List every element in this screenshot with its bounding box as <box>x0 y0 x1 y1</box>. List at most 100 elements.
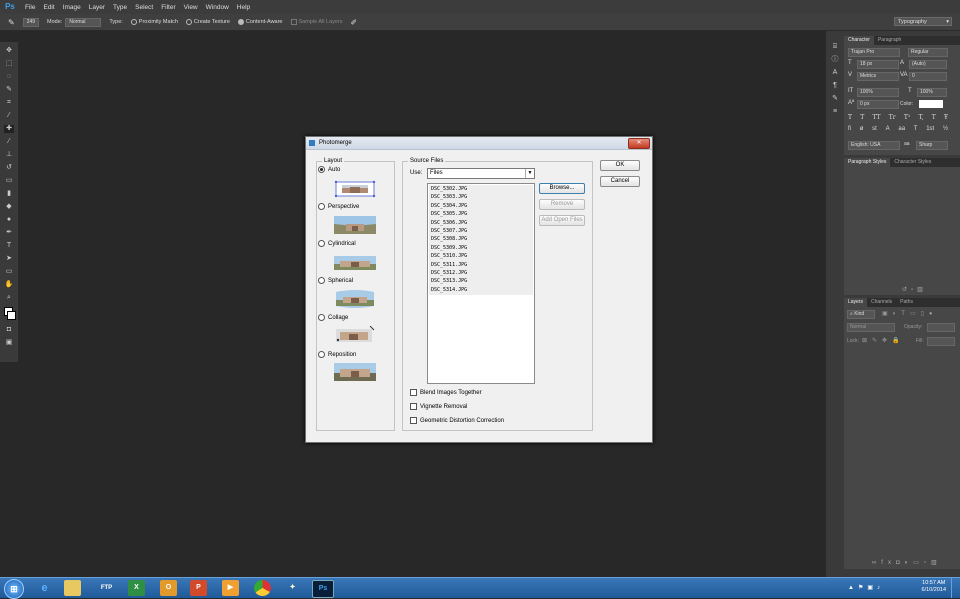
outlook-icon[interactable]: O <box>160 580 177 596</box>
layer-filter-select[interactable]: ⌕ Kind <box>847 310 875 319</box>
color-swatches-icon[interactable] <box>4 307 16 321</box>
type-content-aware[interactable]: Content-Aware <box>237 19 283 25</box>
excel-icon[interactable]: X <box>128 580 145 596</box>
fx-icon[interactable]: fx <box>881 560 896 566</box>
new-layer-icon[interactable]: ▫ <box>924 560 931 566</box>
file-list-item[interactable]: DSC_5302.JPG <box>431 185 467 193</box>
mode-select[interactable]: Normal <box>65 17 102 27</box>
menu-filter[interactable]: Filter <box>161 4 175 11</box>
use-select[interactable]: Files ▼ <box>427 168 535 179</box>
photoshop-taskbar-icon[interactable]: Ps <box>312 580 334 598</box>
clear-override-icon[interactable]: ↺ <box>902 287 911 293</box>
gradient-tool-icon[interactable]: ▮ <box>4 190 14 198</box>
stylistic-icon[interactable]: st <box>872 126 877 132</box>
link-layers-icon[interactable]: ∞ <box>872 560 881 566</box>
blend-mode-select[interactable]: Normal <box>847 323 895 332</box>
file-list-item[interactable]: DSC_5309.JPG <box>431 244 467 252</box>
type-tool-icon[interactable]: T <box>4 242 14 250</box>
swash-icon[interactable]: A <box>886 126 890 132</box>
paragraph-panel-icon[interactable]: ¶ <box>830 82 840 90</box>
chrome-icon[interactable] <box>254 580 271 596</box>
tab-character[interactable]: Character <box>844 36 874 45</box>
file-list-item[interactable]: DSC_5305.JPG <box>431 210 467 218</box>
type-create-texture[interactable]: Create Texture <box>185 19 230 25</box>
fill-field[interactable] <box>927 337 955 346</box>
eyedropper-tool-icon[interactable]: ⁄ <box>4 112 14 120</box>
text-color-swatch[interactable] <box>919 100 943 108</box>
screen-mode-icon[interactable]: ▣ <box>4 339 14 347</box>
leading-field[interactable]: (Auto) <box>909 60 947 69</box>
file-list-item[interactable]: DSC_5311.JPG <box>431 261 467 269</box>
antialias-select[interactable]: Sharp <box>916 141 948 150</box>
tab-paragraph[interactable]: Paragraph <box>874 36 905 45</box>
move-tool-icon[interactable]: ✥ <box>4 47 14 55</box>
file-list-item[interactable]: DSC_5304.JPG <box>431 202 467 210</box>
menu-type[interactable]: Type <box>113 4 127 11</box>
ok-button[interactable]: OK <box>600 160 640 171</box>
horizontal-scale-field[interactable]: 100% <box>917 88 947 97</box>
healing-brush-tool-icon[interactable]: ✚ <box>4 125 14 133</box>
menu-view[interactable]: View <box>184 4 198 11</box>
group-icon[interactable]: ▭ <box>913 560 924 566</box>
healing-brush-icon[interactable]: ✎ <box>8 18 15 27</box>
type-proximity-match[interactable]: Proximity Match <box>130 19 178 25</box>
adjust-panel-icon[interactable]: ≡ <box>830 108 840 116</box>
menu-layer[interactable]: Layer <box>89 4 105 11</box>
all-caps-button[interactable]: TT <box>872 114 880 121</box>
file-list-item[interactable]: DSC_5303.JPG <box>431 193 467 201</box>
system-tray-icons[interactable]: ▲⚑▣♪ <box>848 584 884 591</box>
ligature-icon[interactable]: fi <box>848 126 851 132</box>
hand-tool-icon[interactable]: ✋ <box>4 281 14 289</box>
history-brush-tool-icon[interactable]: ↺ <box>4 164 14 172</box>
language-select[interactable]: English: USA <box>848 141 900 150</box>
clone-stamp-tool-icon[interactable]: ⊥ <box>4 151 14 159</box>
brush-size-picker[interactable]: 249 <box>22 17 40 27</box>
tab-channels[interactable]: Channels <box>867 298 896 307</box>
tab-paths[interactable]: Paths <box>896 298 917 307</box>
layout-spherical[interactable]: Spherical <box>318 277 353 284</box>
cancel-button[interactable]: Cancel <box>600 176 640 187</box>
titling-icon[interactable]: aa <box>898 126 905 132</box>
oldstyle-icon[interactable]: ø <box>860 126 864 132</box>
file-list-item[interactable]: DSC_5312.JPG <box>431 269 467 277</box>
dialog-titlebar[interactable]: Photomerge ✕ <box>306 137 652 150</box>
marquee-tool-icon[interactable]: ⬚ <box>4 60 14 68</box>
strikethrough-button[interactable]: Ŧ <box>944 114 948 121</box>
file-list-item[interactable]: DSC_5308.JPG <box>431 235 467 243</box>
vignette-removal-checkbox[interactable]: Vignette Removal <box>410 403 467 410</box>
font-style-select[interactable]: Regular <box>908 48 948 57</box>
font-family-select[interactable]: Trajan Pro <box>848 48 900 57</box>
tab-layers[interactable]: Layers <box>844 298 868 307</box>
opacity-field[interactable] <box>927 323 955 332</box>
dodge-tool-icon[interactable]: ● <box>4 216 14 224</box>
faux-italic-button[interactable]: T <box>860 114 864 121</box>
tab-character-styles[interactable]: Character Styles <box>890 158 935 167</box>
font-size-field[interactable]: 18 px <box>857 60 899 69</box>
blur-tool-icon[interactable]: ◆ <box>4 203 14 211</box>
superscript-button[interactable]: T¹ <box>904 114 910 121</box>
lasso-tool-icon[interactable]: ◌ <box>4 73 14 81</box>
layout-collage[interactable]: Collage <box>318 314 348 321</box>
ftp-client-icon[interactable]: FTP <box>98 580 115 596</box>
start-button[interactable]: ⊞ <box>4 579 24 599</box>
quick-mask-icon[interactable]: ◘ <box>4 326 14 334</box>
history-panel-icon[interactable]: ⌸ <box>830 43 840 51</box>
pen-tool-icon[interactable]: ✒ <box>4 229 14 237</box>
brush-tool-icon[interactable]: ⁄ <box>4 138 14 146</box>
clock[interactable]: 10:57 AM 6/10/2014 <box>922 580 946 594</box>
media-player-icon[interactable]: ▶ <box>222 580 239 596</box>
menu-edit[interactable]: Edit <box>43 4 54 11</box>
blend-images-checkbox[interactable]: Blend Images Together <box>410 389 482 396</box>
subscript-button[interactable]: T, <box>918 114 923 121</box>
shape-tool-icon[interactable]: ▭ <box>4 268 14 276</box>
ordinal-icon[interactable]: T <box>914 126 918 132</box>
file-list-item[interactable]: DSC_5314.JPG <box>431 286 467 294</box>
trash-icon[interactable]: ▥ <box>931 560 942 566</box>
quick-select-tool-icon[interactable]: ✎ <box>4 86 14 94</box>
fraction-icon[interactable]: 1st <box>926 126 934 132</box>
zoom-tool-icon[interactable]: ⌕ <box>4 294 14 302</box>
underline-button[interactable]: T <box>932 114 936 121</box>
geometric-distortion-checkbox[interactable]: Geometric Distortion Correction <box>410 417 504 424</box>
source-file-list[interactable]: DSC_5302.JPG DSC_5303.JPG DSC_5304.JPG DSC_… <box>427 183 535 384</box>
layout-perspective[interactable]: Perspective <box>318 203 359 210</box>
